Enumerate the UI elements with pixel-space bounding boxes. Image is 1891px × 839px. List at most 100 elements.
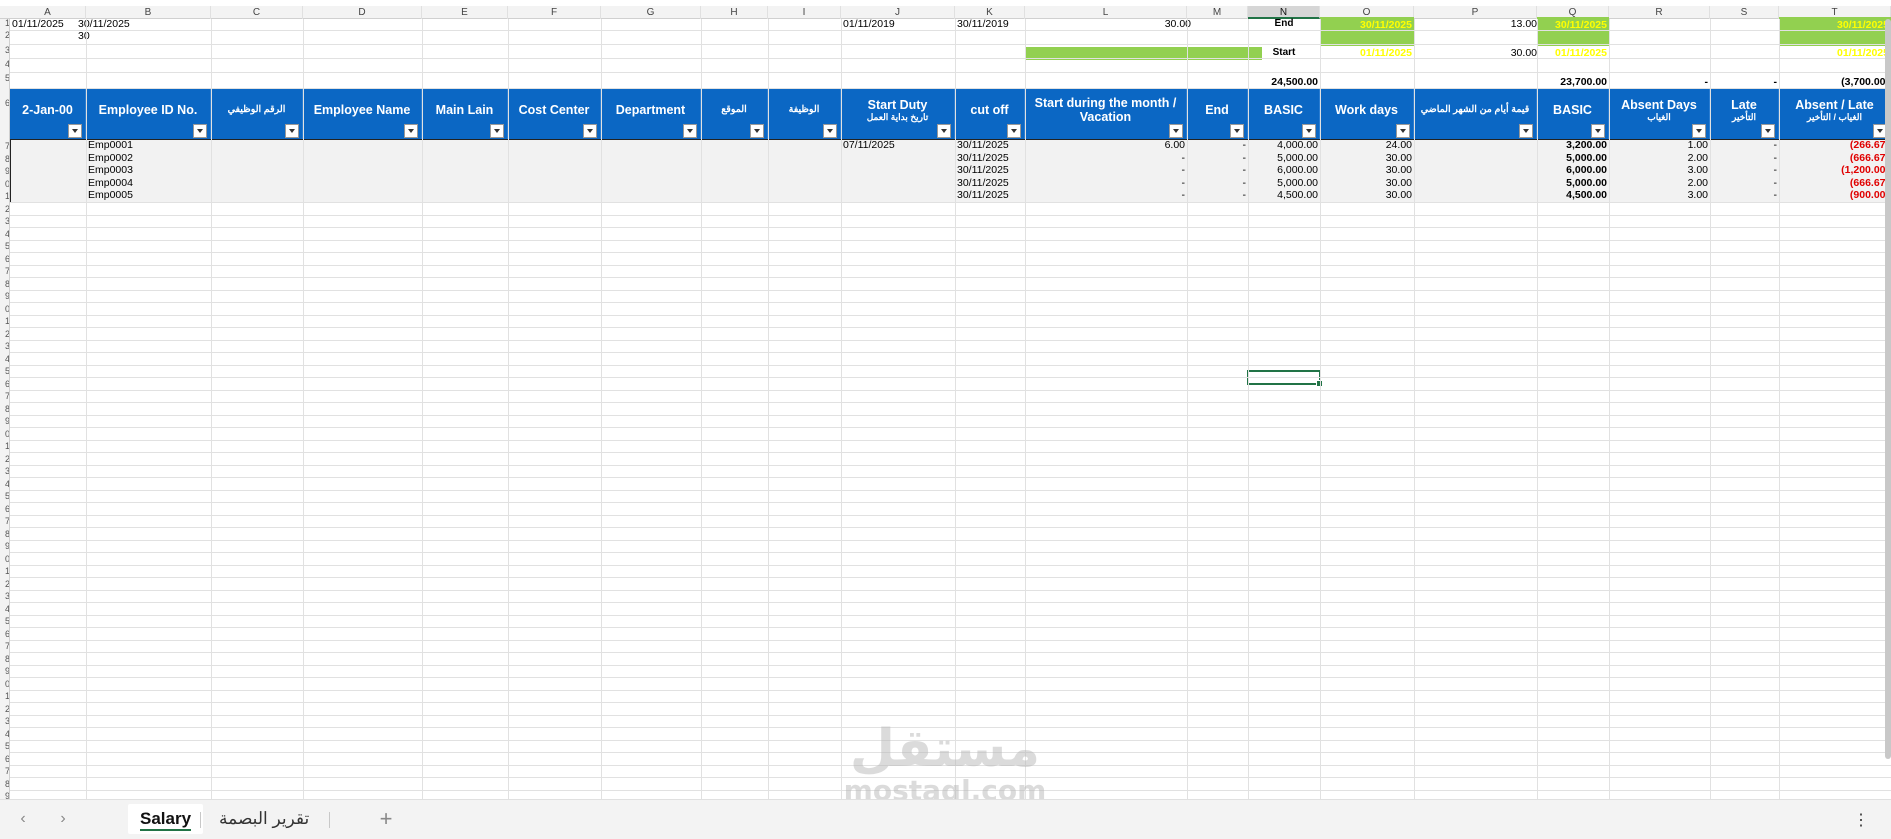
row-header[interactable]: 7 xyxy=(0,265,9,277)
row-header[interactable]: 4 xyxy=(0,353,9,365)
cell-s5[interactable]: - xyxy=(1710,75,1779,89)
filter-dropdown-icon[interactable] xyxy=(1396,124,1410,138)
filter-dropdown-icon[interactable] xyxy=(490,124,504,138)
cell-l-row5[interactable]: - xyxy=(1025,188,1187,202)
filter-dropdown-icon[interactable] xyxy=(750,124,764,138)
tab-salary[interactable]: Salary xyxy=(128,804,204,834)
row-header[interactable]: 3 xyxy=(0,590,9,602)
tab-fingerprint-report[interactable]: تقرير البصمة xyxy=(207,804,321,834)
row-header[interactable]: 7 xyxy=(0,640,9,652)
cell-s-row5[interactable]: - xyxy=(1710,188,1779,202)
row-header[interactable]: 7 xyxy=(0,140,9,152)
row-header[interactable]: 9 xyxy=(0,665,9,677)
row-header[interactable]: 5 xyxy=(0,490,9,502)
row-header[interactable]: 1 xyxy=(0,190,9,202)
vertical-scrollbar[interactable] xyxy=(1885,19,1891,759)
row-header[interactable]: 8 xyxy=(0,528,9,540)
column-header-f[interactable]: F xyxy=(508,6,601,19)
filter-dropdown-icon[interactable] xyxy=(1591,124,1605,138)
row-header[interactable]: 2 xyxy=(0,203,9,215)
row-header[interactable]: 1 xyxy=(0,440,9,452)
add-sheet-icon[interactable]: + xyxy=(373,806,399,832)
filter-dropdown-icon[interactable] xyxy=(1519,124,1533,138)
row-header[interactable]: 4 xyxy=(0,478,9,490)
row-header[interactable]: 9 xyxy=(0,290,9,302)
filter-dropdown-icon[interactable] xyxy=(285,124,299,138)
row-header[interactable]: 2 xyxy=(0,578,9,590)
column-header-c[interactable]: C xyxy=(211,6,303,19)
filter-dropdown-icon[interactable] xyxy=(937,124,951,138)
cell-b2[interactable]: 30 xyxy=(76,29,186,43)
chevron-left-icon[interactable]: ‹ xyxy=(12,808,34,830)
cell-area[interactable]: 01/11/2025 30/11/2025 30 01/11/2019 30/1… xyxy=(10,17,1891,800)
row-header[interactable]: 1 xyxy=(0,690,9,702)
cell-b-row5[interactable]: Emp0005 xyxy=(86,188,211,202)
filter-dropdown-icon[interactable] xyxy=(1302,124,1316,138)
row-header[interactable]: 0 xyxy=(0,678,9,690)
filter-dropdown-icon[interactable] xyxy=(683,124,697,138)
row-header[interactable]: 0 xyxy=(0,428,9,440)
chevron-right-icon[interactable]: › xyxy=(52,808,74,830)
more-options-icon[interactable]: ⋮ xyxy=(1853,810,1869,830)
cell-j-row1[interactable]: 07/11/2025 xyxy=(841,138,955,152)
row-header[interactable]: 0 xyxy=(0,178,9,190)
cell-n1[interactable]: End xyxy=(1248,17,1320,31)
spreadsheet-grid[interactable]: ABCDEFGHIJKLMNOPQRST 1234567890123456789… xyxy=(0,0,1891,800)
filter-dropdown-icon[interactable] xyxy=(583,124,597,138)
column-header-d[interactable]: D xyxy=(303,6,422,19)
filter-dropdown-icon[interactable] xyxy=(1169,124,1183,138)
row-header[interactable]: 9 xyxy=(0,415,9,427)
column-header-i[interactable]: I xyxy=(768,6,841,19)
cell-r5[interactable]: - xyxy=(1609,75,1710,89)
row-header[interactable]: 4 xyxy=(0,58,9,70)
filter-dropdown-icon[interactable] xyxy=(823,124,837,138)
cell-k1[interactable]: 30/11/2019 xyxy=(955,17,1027,31)
row-header[interactable]: 6 xyxy=(0,97,9,109)
row-header[interactable]: 5 xyxy=(0,240,9,252)
row-header[interactable]: 4 xyxy=(0,228,9,240)
row-header[interactable]: 6 xyxy=(0,628,9,640)
row-header[interactable]: 4 xyxy=(0,603,9,615)
row-header[interactable]: 6 xyxy=(0,253,9,265)
row-header[interactable]: 8 xyxy=(0,278,9,290)
column-header-r[interactable]: R xyxy=(1609,6,1710,19)
cell-l1[interactable]: 30.00 xyxy=(1025,17,1193,31)
filter-dropdown-icon[interactable] xyxy=(404,124,418,138)
row-header[interactable]: 6 xyxy=(0,503,9,515)
row-header[interactable]: 0 xyxy=(0,553,9,565)
row-header[interactable]: 8 xyxy=(0,778,9,790)
column-header-g[interactable]: G xyxy=(601,6,701,19)
cell-r-row5[interactable]: 3.00 xyxy=(1609,188,1710,202)
column-header-m[interactable]: M xyxy=(1187,6,1248,19)
row-header[interactable]: 0 xyxy=(0,303,9,315)
row-header[interactable]: 5 xyxy=(0,365,9,377)
row-header[interactable]: 3 xyxy=(0,340,9,352)
cell-o-row5[interactable]: 30.00 xyxy=(1320,188,1414,202)
row-header[interactable]: 3 xyxy=(0,44,9,56)
row-header[interactable]: 1 xyxy=(0,19,9,29)
row-header[interactable]: 8 xyxy=(0,153,9,165)
row-header[interactable]: 8 xyxy=(0,653,9,665)
row-header[interactable]: 2 xyxy=(0,328,9,340)
cell-n-row5[interactable]: 4,500.00 xyxy=(1248,188,1320,202)
cell-p1[interactable]: 13.00 xyxy=(1414,17,1539,31)
row-header[interactable]: 9 xyxy=(0,165,9,177)
filter-dropdown-icon[interactable] xyxy=(1761,124,1775,138)
column-header-e[interactable]: E xyxy=(422,6,508,19)
cell-q5[interactable]: 23,700.00 xyxy=(1512,75,1609,89)
row-header[interactable]: 4 xyxy=(0,728,9,740)
cell-a1[interactable]: 01/11/2025 xyxy=(10,17,85,31)
cell-j1[interactable]: 01/11/2019 xyxy=(841,17,941,31)
row-header[interactable]: 5 xyxy=(0,740,9,752)
cell-t-row5[interactable]: (900.00) xyxy=(1779,188,1891,202)
cell-m-row5[interactable]: - xyxy=(1187,188,1248,202)
row-header[interactable]: 3 xyxy=(0,215,9,227)
column-header-s[interactable]: S xyxy=(1710,6,1779,19)
row-header[interactable]: 5 xyxy=(0,72,9,84)
row-header[interactable]: 7 xyxy=(0,390,9,402)
row-header[interactable]: 9 xyxy=(0,540,9,552)
row-header[interactable]: 2 xyxy=(0,703,9,715)
row-header[interactable]: 3 xyxy=(0,715,9,727)
row-header[interactable]: 7 xyxy=(0,765,9,777)
row-header[interactable]: 6 xyxy=(0,753,9,765)
